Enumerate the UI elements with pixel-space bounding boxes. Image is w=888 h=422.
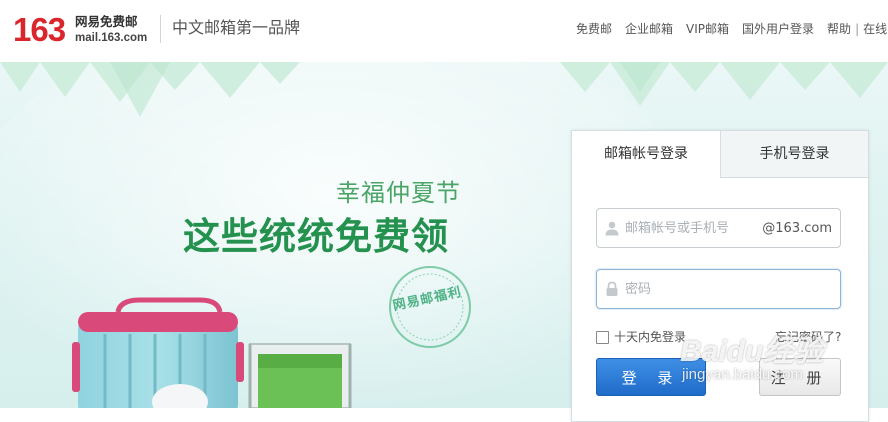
domain-suffix: @163.com <box>762 221 832 236</box>
logo-domain[interactable]: mail.163.com <box>75 31 147 45</box>
nav-separator: | <box>855 22 860 36</box>
login-button[interactable]: 登 录 <box>596 358 706 396</box>
nav-free-mail[interactable]: 免费邮 <box>576 21 612 37</box>
storage-box-illustration <box>248 343 352 408</box>
logo-163[interactable]: 163 <box>13 10 66 50</box>
password-input[interactable] <box>625 278 825 300</box>
logo-divider <box>160 15 161 43</box>
tab-email-login[interactable]: 邮箱帐号登录 <box>572 131 720 178</box>
username-input[interactable] <box>625 217 755 239</box>
nav-online[interactable]: 在线 <box>863 21 887 37</box>
forgot-password-link[interactable]: 忘记密码了? <box>775 329 841 345</box>
username-field[interactable]: @163.com <box>596 208 841 248</box>
login-panel: 邮箱帐号登录 手机号登录 @163.com 十天内免登录 忘记密码了? 登 录 … <box>571 130 869 422</box>
slogan: 中文邮箱第一品牌 <box>172 18 301 37</box>
promo-title: 这些统统免费领 <box>183 215 449 258</box>
nav-help[interactable]: 帮助 <box>827 21 851 37</box>
nav-vip-mail[interactable]: VIP邮箱 <box>686 21 729 37</box>
remember-login[interactable]: 十天内免登录 <box>596 329 686 345</box>
logo-brand-name[interactable]: 网易免费邮 <box>75 14 138 30</box>
user-icon <box>605 221 619 236</box>
tab-phone-login[interactable]: 手机号登录 <box>720 131 868 178</box>
register-button[interactable]: 注 册 <box>759 358 841 396</box>
nav-overseas-login[interactable]: 国外用户登录 <box>742 21 814 37</box>
top-nav: 免费邮 企业邮箱 VIP邮箱 国外用户登录 帮助 | 在线 <box>576 21 887 37</box>
remember-label: 十天内免登录 <box>614 330 687 344</box>
password-field[interactable] <box>596 269 841 309</box>
lock-icon <box>606 281 618 296</box>
nav-enterprise-mail[interactable]: 企业邮箱 <box>625 21 673 37</box>
suitcase-illustration <box>72 297 244 408</box>
promo-subtitle: 幸福仲夏节 <box>336 179 461 207</box>
top-header: 163 网易免费邮 mail.163.com 中文邮箱第一品牌 免费邮 企业邮箱… <box>0 0 888 62</box>
remember-checkbox[interactable] <box>596 330 609 344</box>
